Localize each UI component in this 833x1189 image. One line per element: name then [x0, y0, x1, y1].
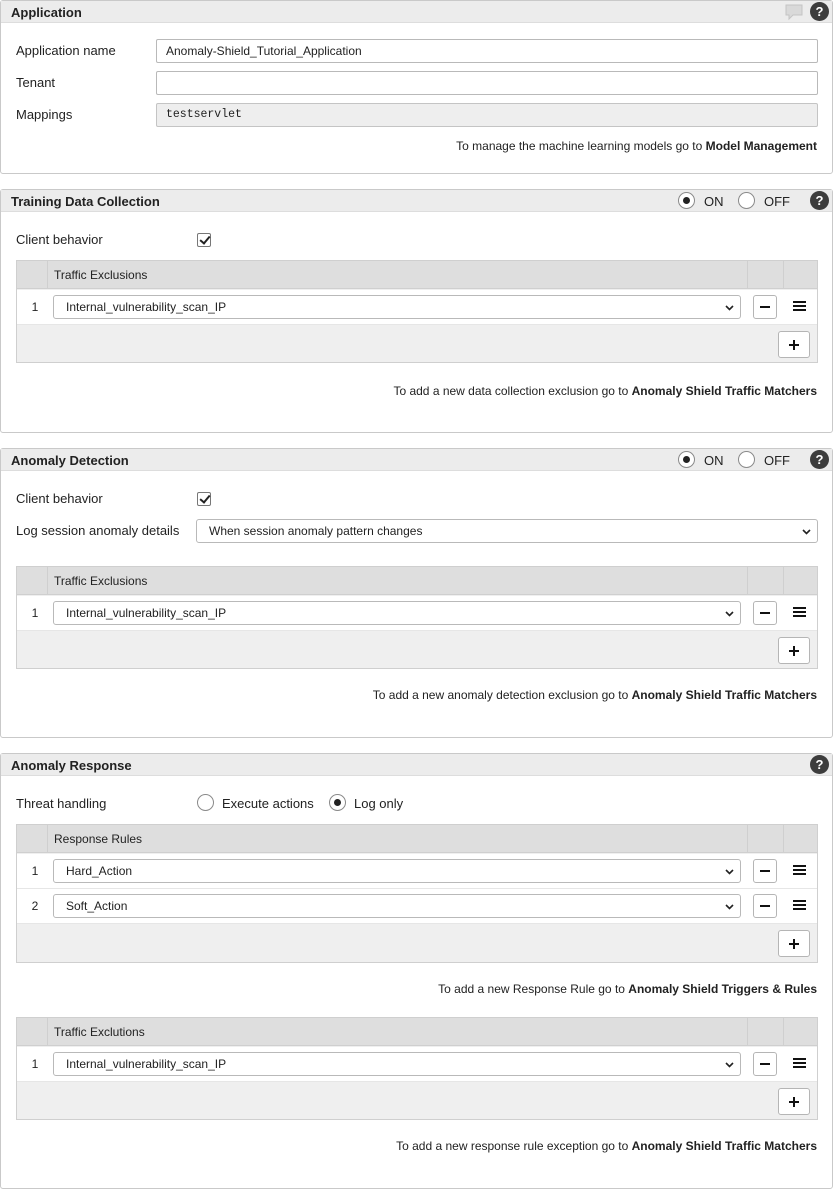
- chevron-down-icon: [725, 904, 734, 910]
- application-name-label: Application name: [16, 43, 116, 58]
- traffic-exclusions-table: Traffic Exclutions 1 Internal_vulnerabil…: [16, 1017, 818, 1120]
- model-management-link[interactable]: Model Management: [706, 139, 817, 153]
- application-name-input[interactable]: Anomaly-Shield_Tutorial_Application: [156, 39, 818, 63]
- client-behavior-checkbox[interactable]: [197, 492, 211, 506]
- chevron-down-icon: [725, 611, 734, 617]
- traffic-matchers-note: To add a new data collection exclusion g…: [393, 384, 817, 398]
- traffic-exclusions-table: Traffic Exclusions 1 Internal_vulnerabil…: [16, 260, 818, 363]
- traffic-matchers-link[interactable]: Anomaly Shield Traffic Matchers: [632, 1139, 817, 1153]
- add-row-button[interactable]: [778, 637, 810, 664]
- mappings-label: Mappings: [16, 107, 73, 122]
- chevron-down-icon: [725, 869, 734, 875]
- remove-row-button[interactable]: [753, 1052, 777, 1076]
- remove-row-button[interactable]: [753, 859, 777, 883]
- panel-title: Training Data Collection: [11, 194, 160, 209]
- response-rules-table: Response Rules 1 Hard_Action 2 Soft_Acti…: [16, 824, 818, 963]
- on-radio[interactable]: [678, 192, 695, 209]
- log-only-label: Log only: [354, 796, 404, 811]
- panel-title: Anomaly Response: [11, 758, 132, 773]
- add-row-button[interactable]: [778, 930, 810, 957]
- training-data-panel: Training Data Collection ON OFF ? Client…: [0, 189, 833, 433]
- client-behavior-label: Client behavior: [16, 491, 103, 506]
- help-icon[interactable]: ?: [810, 191, 829, 210]
- response-rule-select[interactable]: Soft_Action: [53, 894, 741, 918]
- execute-actions-label: Execute actions: [222, 796, 314, 811]
- drag-handle-icon[interactable]: [793, 900, 806, 912]
- drag-handle-icon[interactable]: [793, 301, 806, 313]
- model-management-note: To manage the machine learning models go…: [456, 139, 817, 153]
- response-rule-select[interactable]: Hard_Action: [53, 859, 741, 883]
- mappings-field: testservlet: [156, 103, 818, 127]
- drag-handle-icon[interactable]: [793, 1058, 806, 1070]
- table-row: 1 Internal_vulnerability_scan_IP: [17, 1047, 817, 1082]
- help-icon[interactable]: ?: [810, 450, 829, 469]
- panel-title: Application: [11, 5, 82, 20]
- log-session-select[interactable]: When session anomaly pattern changes: [196, 519, 818, 543]
- off-radio[interactable]: [738, 192, 755, 209]
- remove-row-button[interactable]: [753, 894, 777, 918]
- log-session-label: Log session anomaly details: [16, 523, 180, 538]
- traffic-matchers-note: To add a new response rule exception go …: [396, 1139, 817, 1153]
- off-radio[interactable]: [738, 451, 755, 468]
- tenant-input[interactable]: [156, 71, 818, 95]
- application-panel: Application ? Application name Anomaly-S…: [0, 0, 833, 174]
- table-row: 1 Internal_vulnerability_scan_IP: [17, 290, 817, 325]
- threat-handling-label: Threat handling: [16, 796, 107, 811]
- chevron-down-icon: [725, 1062, 734, 1068]
- anomaly-response-panel: Anomaly Response ? Threat handling Execu…: [0, 753, 833, 1189]
- on-radio[interactable]: [678, 451, 695, 468]
- table-header: Response Rules: [17, 825, 817, 853]
- anomaly-detection-panel-header: Anomaly Detection ON OFF ?: [1, 449, 832, 471]
- table-header: Traffic Exclutions: [17, 1018, 817, 1046]
- table-row: 2 Soft_Action: [17, 889, 817, 924]
- triggers-rules-note: To add a new Response Rule go to Anomaly…: [438, 982, 817, 996]
- anomaly-response-panel-header: Anomaly Response ?: [1, 754, 832, 776]
- training-data-panel-header: Training Data Collection ON OFF ?: [1, 190, 832, 212]
- table-row: 1 Hard_Action: [17, 854, 817, 889]
- add-row-button[interactable]: [778, 331, 810, 358]
- table-header: Traffic Exclusions: [17, 567, 817, 595]
- traffic-exclusion-select[interactable]: Internal_vulnerability_scan_IP: [53, 1052, 741, 1076]
- traffic-exclusion-select[interactable]: Internal_vulnerability_scan_IP: [53, 601, 741, 625]
- table-row: 1 Internal_vulnerability_scan_IP: [17, 596, 817, 631]
- help-icon[interactable]: ?: [810, 2, 829, 21]
- tenant-label: Tenant: [16, 75, 56, 90]
- drag-handle-icon[interactable]: [793, 607, 806, 619]
- traffic-exclusion-select[interactable]: Internal_vulnerability_scan_IP: [53, 295, 741, 319]
- remove-row-button[interactable]: [753, 601, 777, 625]
- add-row-button[interactable]: [778, 1088, 810, 1115]
- client-behavior-checkbox[interactable]: [197, 233, 211, 247]
- traffic-matchers-link[interactable]: Anomaly Shield Traffic Matchers: [632, 384, 817, 398]
- traffic-matchers-note: To add a new anomaly detection exclusion…: [372, 688, 817, 702]
- drag-handle-icon[interactable]: [793, 865, 806, 877]
- comment-icon[interactable]: [784, 3, 804, 21]
- traffic-matchers-link[interactable]: Anomaly Shield Traffic Matchers: [632, 688, 817, 702]
- execute-actions-radio[interactable]: [197, 794, 214, 811]
- panel-title: Anomaly Detection: [11, 453, 129, 468]
- table-header: Traffic Exclusions: [17, 261, 817, 289]
- traffic-exclusions-table: Traffic Exclusions 1 Internal_vulnerabil…: [16, 566, 818, 669]
- remove-row-button[interactable]: [753, 295, 777, 319]
- anomaly-detection-panel: Anomaly Detection ON OFF ? Client behavi…: [0, 448, 833, 738]
- help-icon[interactable]: ?: [810, 755, 829, 774]
- chevron-down-icon: [725, 305, 734, 311]
- triggers-rules-link[interactable]: Anomaly Shield Triggers & Rules: [628, 982, 817, 996]
- client-behavior-label: Client behavior: [16, 232, 103, 247]
- chevron-down-icon: [802, 529, 811, 535]
- application-panel-header: Application ?: [1, 1, 832, 23]
- log-only-radio[interactable]: [329, 794, 346, 811]
